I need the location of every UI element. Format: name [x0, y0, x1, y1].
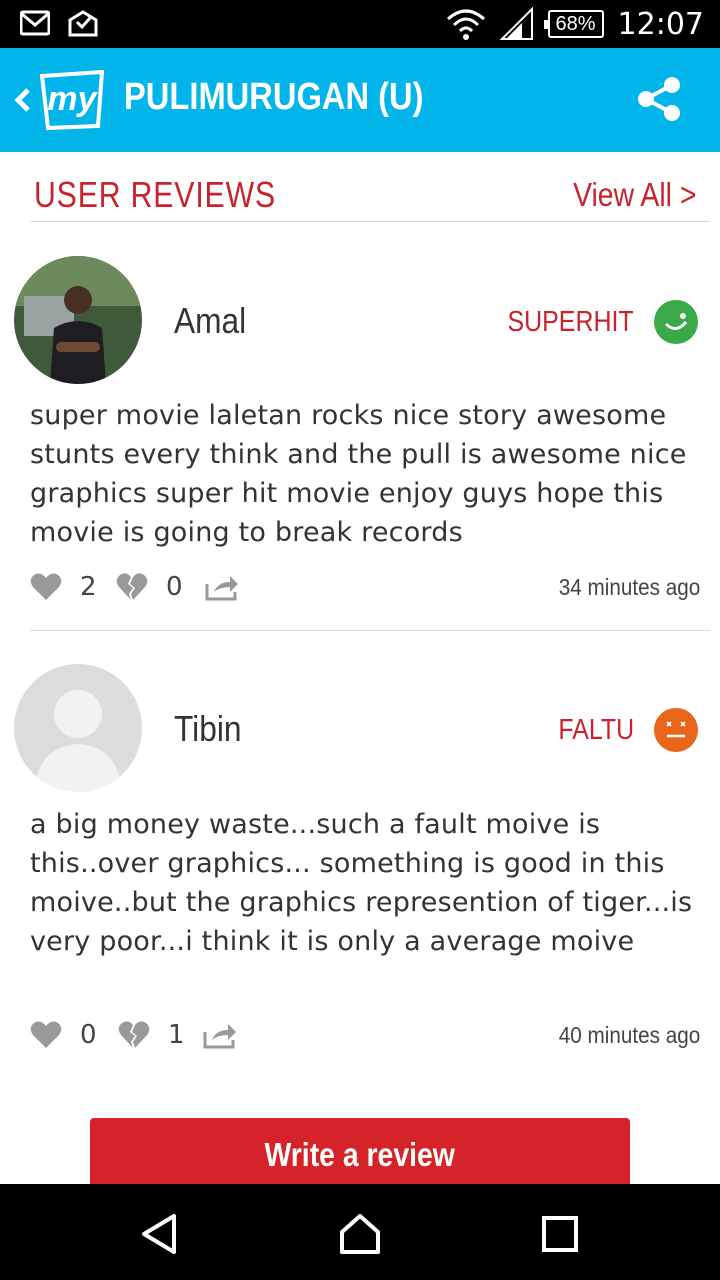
- section-title: USER REVIEWS: [34, 174, 276, 215]
- app-bar: my PULIMURUGAN (U): [0, 48, 720, 152]
- share-arrow-icon[interactable]: [204, 572, 240, 602]
- review-card: Tibin FALTU a big money waste...such a f…: [0, 664, 720, 1064]
- status-bar: 68% 12:07: [0, 0, 720, 48]
- bookmyshow-logo[interactable]: my: [36, 66, 108, 132]
- avatar[interactable]: [14, 664, 142, 792]
- recents-icon[interactable]: [538, 1212, 582, 1256]
- write-review-button[interactable]: Write a review: [90, 1118, 630, 1184]
- review-actions: 2 0 34 minutes ago: [30, 570, 700, 606]
- notification-icons: [20, 8, 98, 38]
- review-text: super movie laletan rocks nice story awe…: [30, 400, 687, 548]
- review-timestamp: 40 minutes ago: [558, 1022, 700, 1048]
- share-icon[interactable]: [636, 76, 682, 122]
- like-heart-icon[interactable]: [30, 1020, 62, 1050]
- mail-check-icon: [68, 10, 98, 37]
- wifi-icon: [446, 9, 485, 40]
- like-count: 0: [80, 1020, 97, 1050]
- view-all-link[interactable]: View All >: [573, 176, 696, 214]
- divider: [30, 630, 710, 631]
- like-heart-icon[interactable]: [30, 572, 62, 602]
- clock: 12:07: [617, 6, 704, 42]
- home-icon[interactable]: [338, 1212, 382, 1256]
- gmail-icon: [20, 10, 50, 36]
- reviews-header: USER REVIEWS View All >: [30, 172, 710, 222]
- dislike-count: 0: [166, 572, 183, 602]
- dislike-count: 1: [168, 1020, 185, 1050]
- svg-text:my: my: [47, 80, 98, 118]
- review-card: Amal SUPERHIT super movie laletan rocks …: [0, 256, 720, 628]
- write-review-label: Write a review: [264, 1136, 456, 1173]
- like-count: 2: [80, 572, 97, 602]
- verdict-label: SUPERHIT: [507, 306, 634, 338]
- system-status: 68% 12:07: [446, 0, 704, 48]
- broken-heart-icon[interactable]: [118, 1020, 150, 1050]
- review-actions: 0 1 40 minutes ago: [30, 1018, 700, 1054]
- page-title: PULIMURUGAN (U): [124, 76, 424, 118]
- reviewer-name: Amal: [174, 300, 247, 341]
- review-timestamp: 34 minutes ago: [558, 574, 700, 600]
- battery-indicator: 68%: [543, 10, 604, 38]
- reviewer-name: Tibin: [174, 708, 242, 749]
- happy-face-icon: [654, 300, 698, 344]
- navigation-bar: [0, 1184, 720, 1280]
- broken-heart-icon[interactable]: [116, 572, 148, 602]
- avatar[interactable]: [14, 256, 142, 384]
- dizzy-face-icon: [654, 708, 698, 752]
- chevron-left-icon[interactable]: [10, 76, 34, 124]
- back-icon[interactable]: [138, 1212, 182, 1256]
- share-arrow-icon[interactable]: [202, 1020, 238, 1050]
- signal-icon: [499, 7, 533, 40]
- verdict-label: FALTU: [558, 714, 634, 746]
- review-text: a big money waste...such a fault moive i…: [30, 809, 693, 957]
